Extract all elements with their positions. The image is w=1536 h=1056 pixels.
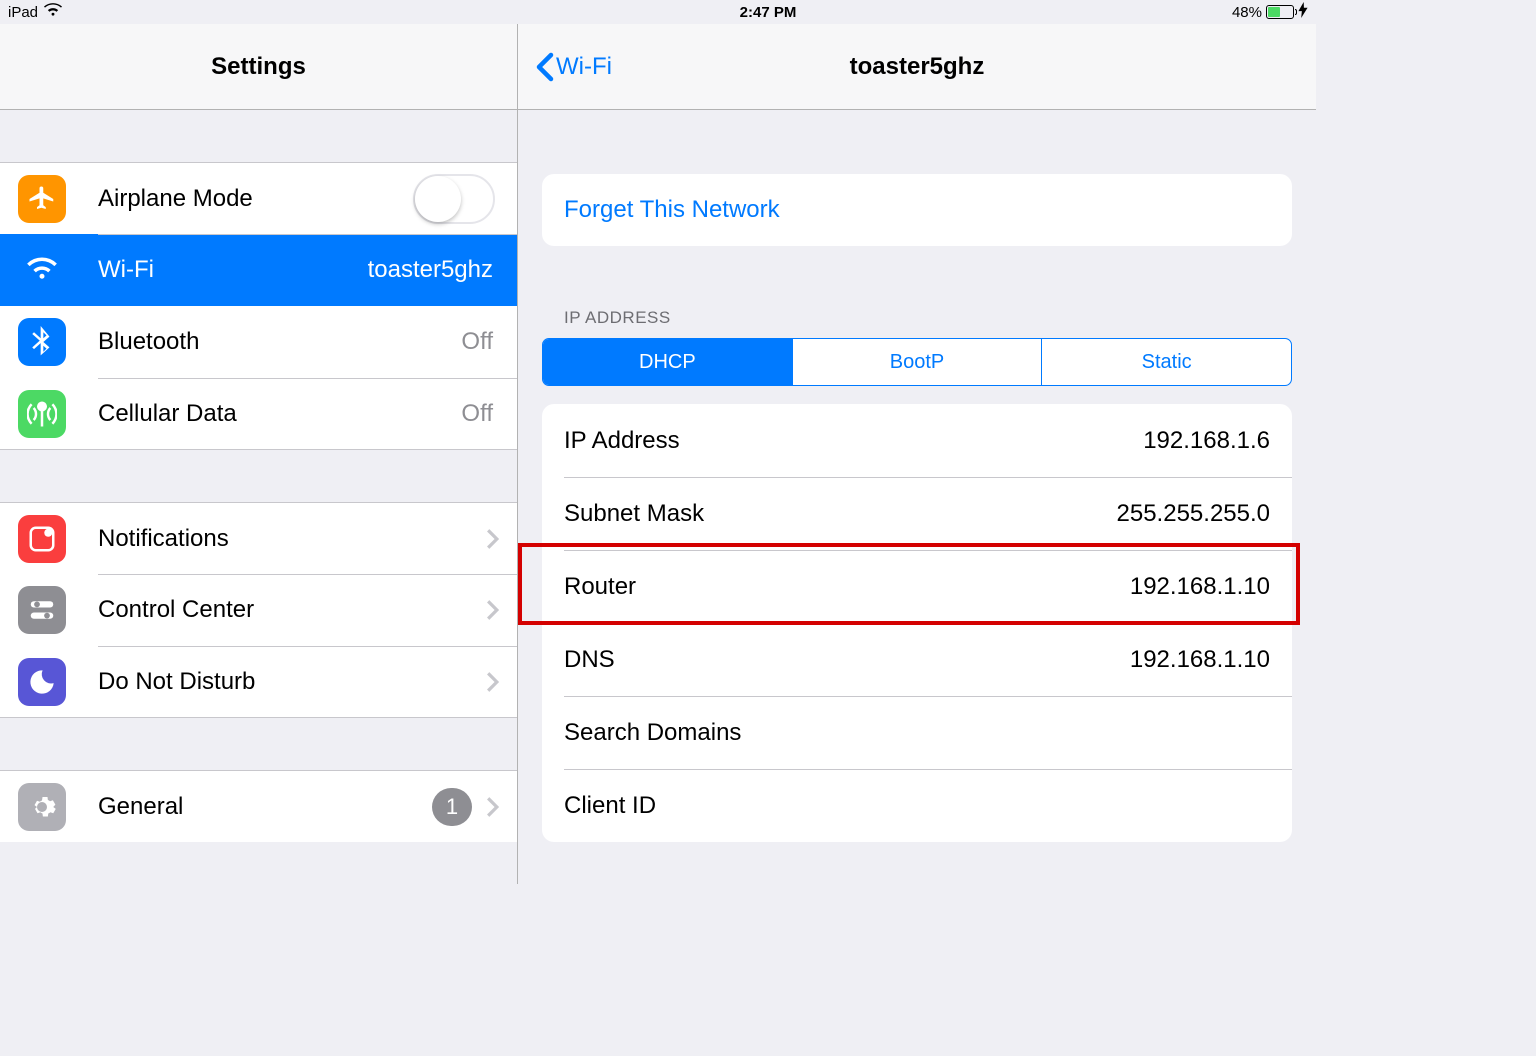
device-label: iPad — [8, 4, 38, 21]
sidebar-label: Notifications — [98, 525, 486, 553]
back-button[interactable]: Wi-Fi — [518, 52, 612, 82]
ip-address-header: IP ADDRESS — [564, 308, 1292, 328]
battery-percent: 48% — [1232, 4, 1262, 21]
cellular-icon — [18, 390, 66, 438]
detail-title: toaster5ghz — [518, 53, 1316, 81]
back-label: Wi-Fi — [556, 53, 612, 81]
seg-dhcp[interactable]: DHCP — [543, 339, 792, 385]
chevron-right-icon — [486, 599, 499, 621]
detail-nav: Wi-Fi toaster5ghz — [518, 24, 1316, 110]
sidebar-title: Settings — [0, 53, 517, 81]
sidebar-item-do-not-disturb[interactable]: Do Not Disturb — [0, 646, 517, 718]
sidebar-label: Control Center — [98, 596, 486, 624]
airplane-icon — [18, 175, 66, 223]
sidebar-group-system: Notifications Control Center Do Not Dist… — [0, 502, 517, 718]
sidebar-value: Off — [461, 328, 493, 356]
ip-details-list: IP Address 192.168.1.6 Subnet Mask 255.2… — [542, 404, 1292, 842]
sidebar-label: Do Not Disturb — [98, 668, 486, 696]
ip-mode-segmented-control: DHCP BootP Static — [542, 338, 1292, 386]
status-bar: iPad 2:47 PM 48% — [0, 0, 1316, 24]
sidebar-item-control-center[interactable]: Control Center — [0, 574, 517, 646]
sidebar-value: Off — [461, 400, 493, 428]
airplane-toggle[interactable] — [413, 174, 495, 224]
forget-network-button[interactable]: Forget This Network — [542, 174, 1292, 246]
sidebar-label: General — [98, 793, 432, 821]
notifications-icon — [18, 515, 66, 563]
forget-network-card: Forget This Network — [542, 174, 1292, 246]
row-subnet-mask[interactable]: Subnet Mask 255.255.255.0 — [542, 477, 1292, 550]
sidebar-item-wifi[interactable]: Wi-Fi toaster5ghz — [0, 234, 517, 306]
row-client-id[interactable]: Client ID — [542, 769, 1292, 842]
sidebar-item-airplane-mode[interactable]: Airplane Mode — [0, 162, 517, 234]
battery-icon — [1266, 5, 1294, 19]
row-search-domains[interactable]: Search Domains — [542, 696, 1292, 769]
sidebar-label: Cellular Data — [98, 400, 461, 428]
chevron-right-icon — [486, 796, 499, 818]
row-router[interactable]: Router 192.168.1.10 — [542, 550, 1292, 623]
sidebar-value: toaster5ghz — [368, 256, 493, 284]
sidebar-item-bluetooth[interactable]: Bluetooth Off — [0, 306, 517, 378]
sidebar-nav: Settings — [0, 24, 517, 110]
badge-count: 1 — [432, 788, 472, 826]
chevron-left-icon — [536, 52, 554, 82]
row-ip-address[interactable]: IP Address 192.168.1.6 — [542, 404, 1292, 477]
detail-pane: Wi-Fi toaster5ghz Forget This Network IP… — [518, 24, 1316, 884]
sidebar-label: Bluetooth — [98, 328, 461, 356]
control-center-icon — [18, 586, 66, 634]
chevron-right-icon — [486, 528, 499, 550]
wifi-icon — [18, 246, 66, 294]
sidebar-group-general: General 1 — [0, 770, 517, 842]
sidebar-item-notifications[interactable]: Notifications — [0, 502, 517, 574]
seg-static[interactable]: Static — [1041, 339, 1291, 385]
sidebar-group-connectivity: Airplane Mode Wi-Fi toaster5ghz Bluetoot… — [0, 162, 517, 450]
charging-icon — [1298, 2, 1308, 22]
do-not-disturb-icon — [18, 658, 66, 706]
chevron-right-icon — [486, 671, 499, 693]
gear-icon — [18, 783, 66, 831]
sidebar-item-general[interactable]: General 1 — [0, 770, 517, 842]
row-dns[interactable]: DNS 192.168.1.10 — [542, 623, 1292, 696]
bluetooth-icon — [18, 318, 66, 366]
wifi-status-icon — [44, 3, 62, 21]
clock: 2:47 PM — [740, 4, 797, 21]
seg-bootp[interactable]: BootP — [792, 339, 1042, 385]
sidebar-item-cellular-data[interactable]: Cellular Data Off — [0, 378, 517, 450]
sidebar-label: Wi-Fi — [98, 256, 368, 284]
sidebar-label: Airplane Mode — [98, 185, 413, 213]
settings-sidebar: Settings Airplane Mode Wi-Fi toaster5ghz — [0, 24, 518, 884]
